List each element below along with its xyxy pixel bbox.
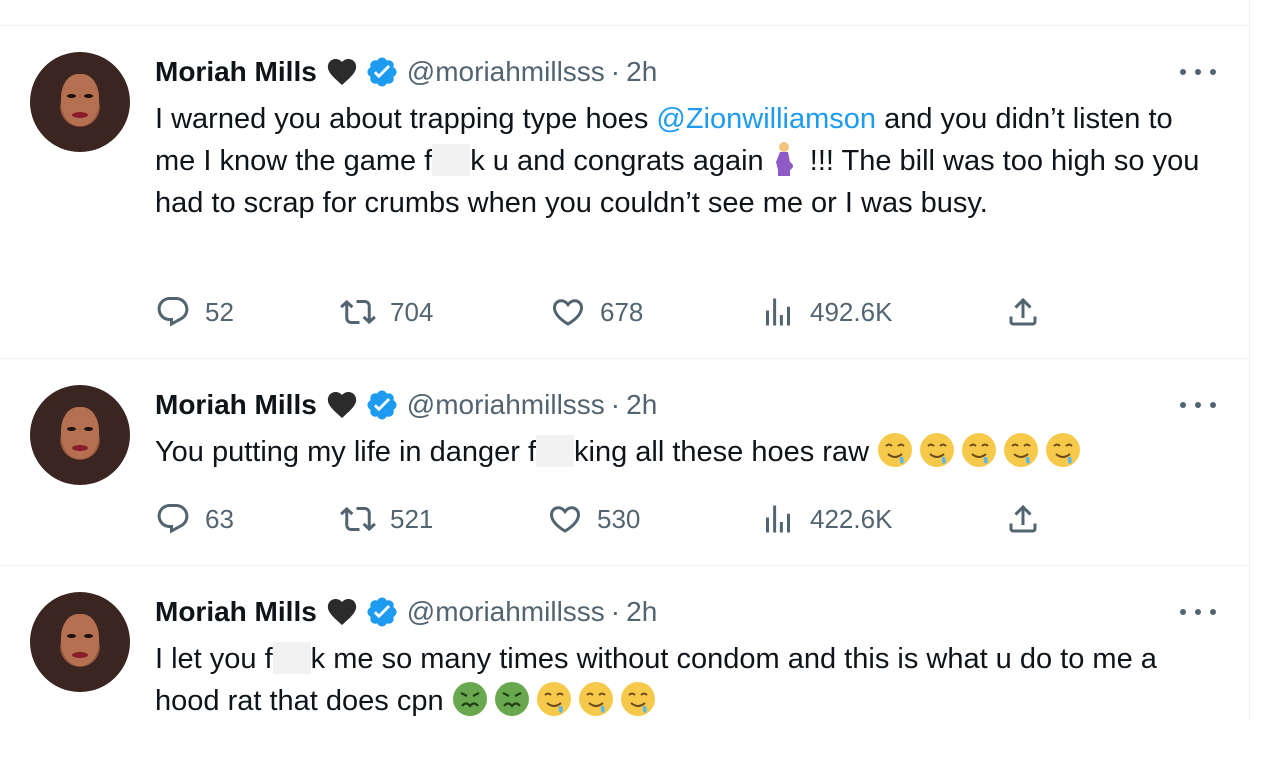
drooling-face-emoji <box>919 432 955 468</box>
views-button[interactable]: 492.6K <box>760 292 892 332</box>
separator: · <box>610 596 621 627</box>
retweet-count: 521 <box>390 503 434 534</box>
drooling-face-emoji <box>1045 432 1081 468</box>
author-name[interactable]: Moriah Mills <box>155 389 317 421</box>
drooling-face-emoji <box>961 432 997 468</box>
timestamp[interactable]: 2h <box>626 596 657 628</box>
separator: · <box>610 389 621 420</box>
separator: · <box>610 56 621 87</box>
tweet-text-part: king all these hoes raw <box>574 436 878 468</box>
like-count: 678 <box>600 296 644 327</box>
reply-icon <box>155 501 191 537</box>
avatar-face <box>61 407 99 459</box>
avatar-eye <box>84 634 93 638</box>
timestamp[interactable]: 2h <box>626 389 657 421</box>
tweet-text-part: k u and congrats again <box>470 145 772 177</box>
verified-badge-icon[interactable] <box>365 388 399 422</box>
views-icon <box>760 501 796 537</box>
drooling-face-emoji <box>578 681 614 717</box>
retweet-button[interactable]: 704 <box>340 292 433 332</box>
censor-box <box>272 642 311 674</box>
view-count: 422.6K <box>810 503 893 534</box>
reply-button[interactable]: 52 <box>155 292 234 332</box>
like-button[interactable]: 530 <box>547 499 640 539</box>
drooling-face-emoji <box>620 681 656 717</box>
black-heart-icon <box>325 388 359 422</box>
tweet-text: You putting my life in danger f king all … <box>155 431 1215 473</box>
tweet-actions: 52 704 678 492.6K <box>155 292 1055 332</box>
avatar[interactable] <box>30 52 130 152</box>
avatar-lips <box>72 445 88 451</box>
reply-count: 63 <box>205 503 234 534</box>
more-icon[interactable] <box>1180 395 1216 415</box>
avatar-eye <box>67 94 76 98</box>
pregnant-woman-emoji <box>772 141 796 177</box>
tweet-text: I warned you about trapping type hoes @Z… <box>155 98 1215 224</box>
avatar-eye <box>84 427 93 431</box>
tweet-header: Moriah Mills @moriahmillsss · 2h <box>155 592 657 632</box>
avatar[interactable] <box>30 385 130 485</box>
avatar-lips <box>72 112 88 118</box>
tweet-actions: 63 521 530 422.6K <box>155 499 1055 539</box>
author-handle[interactable]: @moriahmillsss <box>407 389 605 421</box>
retweet-button[interactable]: 521 <box>340 499 433 539</box>
black-heart-icon <box>325 55 359 89</box>
reply-count: 52 <box>205 296 234 327</box>
more-icon[interactable] <box>1180 62 1216 82</box>
retweet-icon <box>340 501 376 537</box>
retweet-icon <box>340 294 376 330</box>
tweet-text-part: I warned you about trapping type hoes <box>155 103 657 135</box>
author-handle[interactable]: @moriahmillsss <box>407 596 605 628</box>
timestamp[interactable]: 2h <box>626 56 657 88</box>
share-button[interactable] <box>1005 292 1055 332</box>
avatar[interactable] <box>30 592 130 692</box>
tweet-text: I let you fk me so many times without co… <box>155 638 1215 722</box>
black-heart-icon <box>325 595 359 629</box>
drooling-face-emoji <box>1003 432 1039 468</box>
censor-box <box>536 435 575 467</box>
verified-badge-icon[interactable] <box>365 595 399 629</box>
avatar-face <box>61 614 99 666</box>
drooling-face-emoji <box>536 681 572 717</box>
avatar-eye <box>84 94 93 98</box>
nauseated-face-emoji <box>452 681 488 717</box>
avatar-face <box>61 74 99 126</box>
author-name[interactable]: Moriah Mills <box>155 56 317 88</box>
retweet-count: 704 <box>390 296 434 327</box>
tweet-header: Moriah Mills @moriahmillsss · 2h <box>155 52 657 92</box>
tweet[interactable]: Moriah Mills @moriahmillsss · 2h You put… <box>0 359 1249 566</box>
drooling-face-emoji <box>877 432 913 468</box>
timeline-border <box>1249 0 1250 720</box>
mention-link[interactable]: @Zionwilliamson <box>656 103 876 135</box>
like-icon <box>547 501 583 537</box>
nauseated-face-emoji <box>494 681 530 717</box>
author-name[interactable]: Moriah Mills <box>155 596 317 628</box>
tweet-text-part: You putting my life in danger f <box>155 436 537 468</box>
more-icon[interactable] <box>1180 602 1216 622</box>
like-button[interactable]: 678 <box>550 292 643 332</box>
censor-box <box>432 144 471 176</box>
reply-icon <box>155 294 191 330</box>
like-count: 530 <box>597 503 641 534</box>
tweet-header: Moriah Mills @moriahmillsss · 2h <box>155 385 657 425</box>
tweet-text-part: I let you f <box>155 643 273 675</box>
view-count: 492.6K <box>810 296 893 327</box>
avatar-lips <box>72 652 88 658</box>
share-button[interactable] <box>1005 499 1055 539</box>
verified-badge-icon[interactable] <box>365 55 399 89</box>
tweet[interactable]: Moriah Mills @moriahmillsss · 2h I let y… <box>0 566 1249 766</box>
tweet[interactable]: Moriah Mills @moriahmillsss · 2h I warne… <box>0 26 1249 359</box>
avatar-eye <box>67 427 76 431</box>
share-icon <box>1005 294 1041 330</box>
avatar-eye <box>67 634 76 638</box>
reply-button[interactable]: 63 <box>155 499 234 539</box>
views-button[interactable]: 422.6K <box>760 499 892 539</box>
author-handle[interactable]: @moriahmillsss <box>407 56 605 88</box>
share-icon <box>1005 501 1041 537</box>
like-icon <box>550 294 586 330</box>
views-icon <box>760 294 796 330</box>
